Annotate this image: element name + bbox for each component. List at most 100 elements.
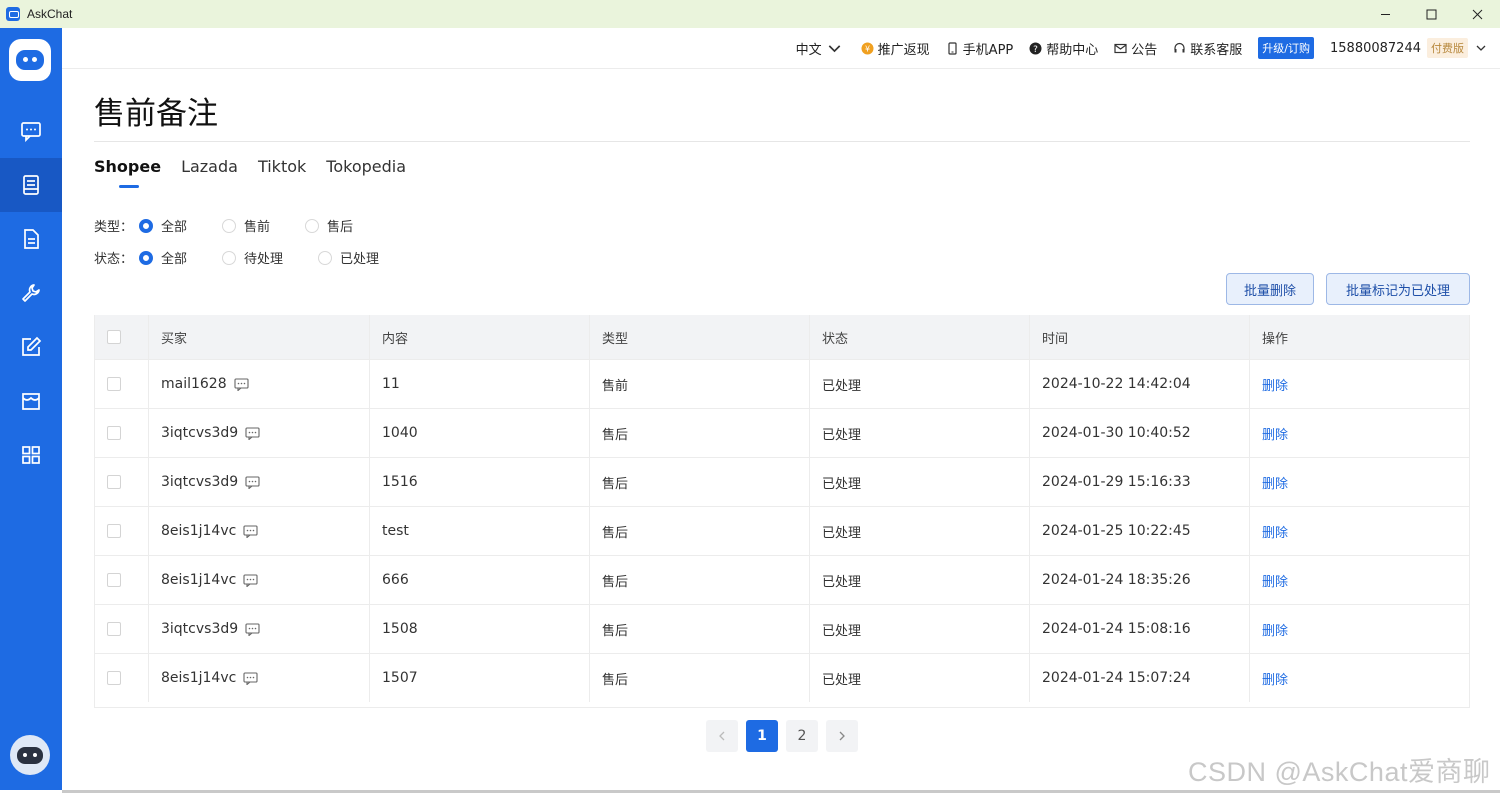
chat-icon[interactable] xyxy=(245,426,260,440)
batch-delete-button[interactable]: 批量删除 xyxy=(1226,273,1314,305)
table-row: 8eis1j14vc 1507 售后 已处理 2024-01-24 15:07:24 删除 xyxy=(95,653,1469,702)
chat-icon[interactable] xyxy=(243,671,258,685)
notes-table: 买家 内容 类型 状态 时间 操作 mail1628 11 售前 已处理 2024-10… xyxy=(94,315,1470,708)
support-link[interactable]: 联系客服 xyxy=(1173,39,1242,58)
type-radio-presale[interactable]: 售前 xyxy=(222,216,270,235)
upgrade-button[interactable]: 升级/订购 xyxy=(1258,37,1315,59)
type-cell: 售后 xyxy=(590,654,810,702)
buyer-name: 3iqtcvs3d9 xyxy=(161,474,239,490)
chat-icon[interactable] xyxy=(234,377,249,391)
status-radio-pending-label: 待处理 xyxy=(244,252,284,267)
note-type: 售后 xyxy=(602,525,629,541)
minimize-icon xyxy=(1380,13,1390,15)
row-checkbox[interactable] xyxy=(107,377,121,391)
row-checkbox[interactable] xyxy=(107,426,121,440)
row-select-cell xyxy=(95,409,149,457)
svg-text:?: ? xyxy=(1033,45,1038,55)
buyer-cell: 3iqtcvs3d9 xyxy=(149,458,370,506)
tab-tiktok[interactable]: Tiktok xyxy=(258,157,306,188)
sidebar-item-tools[interactable] xyxy=(0,266,62,320)
type-filter: 类型： 全部 售前 售后 xyxy=(94,216,388,235)
content-cell: 666 xyxy=(370,556,590,604)
header-buyer: 买家 xyxy=(149,315,370,359)
delete-link[interactable]: 删除 xyxy=(1262,424,1288,443)
note-type: 售前 xyxy=(602,378,629,394)
tab-shopee[interactable]: Shopee xyxy=(94,157,161,188)
sidebar-item-chat[interactable] xyxy=(0,104,62,158)
chat-bubble-icon xyxy=(21,122,41,142)
chat-icon[interactable] xyxy=(243,524,258,538)
delete-link[interactable]: 删除 xyxy=(1262,522,1288,541)
row-checkbox[interactable] xyxy=(107,671,121,685)
sidebar-item-edit[interactable] xyxy=(0,320,62,374)
status-radio-all[interactable]: 全部 xyxy=(139,248,187,267)
header-type: 类型 xyxy=(590,315,810,359)
close-button[interactable] xyxy=(1454,0,1500,28)
sidebar-item-store[interactable] xyxy=(0,374,62,428)
minimize-button[interactable] xyxy=(1362,0,1408,28)
select-all-cell xyxy=(95,315,149,359)
note-content: 666 xyxy=(382,572,409,588)
sidebar-item-notes[interactable] xyxy=(0,158,62,212)
phone-icon xyxy=(948,41,957,55)
header-action: 操作 xyxy=(1262,331,1289,347)
delete-link[interactable]: 删除 xyxy=(1262,375,1288,394)
page-1-button[interactable]: 1 xyxy=(746,720,778,752)
header-time: 时间 xyxy=(1030,315,1250,359)
help-center-link[interactable]: ? 帮助中心 xyxy=(1029,39,1098,58)
status-radio-done[interactable]: 已处理 xyxy=(318,248,379,267)
window-title: AskChat xyxy=(27,7,73,21)
buyer-name: 3iqtcvs3d9 xyxy=(161,621,239,637)
coin-icon: ¥ xyxy=(861,42,874,54)
next-page-button[interactable] xyxy=(826,720,858,752)
delete-link[interactable]: 删除 xyxy=(1262,669,1288,688)
page-2-button[interactable]: 2 xyxy=(786,720,818,752)
status-filter-label: 状态： xyxy=(94,252,134,267)
row-checkbox[interactable] xyxy=(107,475,121,489)
type-radio-aftersale[interactable]: 售后 xyxy=(305,216,353,235)
sidebar-item-apps[interactable] xyxy=(0,428,62,482)
note-time: 2024-01-24 15:08:16 xyxy=(1042,621,1191,637)
headset-icon xyxy=(1174,42,1185,52)
status-filter: 状态： 全部 待处理 已处理 xyxy=(94,248,414,267)
language-selector[interactable]: 中文 xyxy=(796,39,845,58)
status-radio-pending[interactable]: 待处理 xyxy=(222,248,283,267)
buyer-cell: 8eis1j14vc xyxy=(149,507,370,555)
notice-link[interactable]: 公告 xyxy=(1114,39,1157,58)
note-time: 2024-01-25 10:22:45 xyxy=(1042,523,1191,539)
note-status: 已处理 xyxy=(822,672,862,688)
note-type: 售后 xyxy=(602,574,629,590)
account-chevron-down-icon[interactable] xyxy=(1476,43,1486,53)
chat-icon[interactable] xyxy=(245,475,260,489)
type-cell: 售后 xyxy=(590,507,810,555)
status-cell: 已处理 xyxy=(810,654,1030,702)
avatar[interactable] xyxy=(10,735,50,775)
batch-mark-processed-button[interactable]: 批量标记为已处理 xyxy=(1326,273,1470,305)
row-checkbox[interactable] xyxy=(107,524,121,538)
action-cell: 删除 xyxy=(1250,507,1469,555)
delete-link[interactable]: 删除 xyxy=(1262,571,1288,590)
chat-icon[interactable] xyxy=(245,622,260,636)
prev-page-button[interactable] xyxy=(706,720,738,752)
tab-lazada[interactable]: Lazada xyxy=(181,157,238,188)
maximize-icon xyxy=(1426,9,1436,19)
account-phone[interactable]: 15880087244 xyxy=(1330,41,1421,56)
buyer-cell: 3iqtcvs3d9 xyxy=(149,605,370,653)
sidebar-item-documents[interactable] xyxy=(0,212,62,266)
row-checkbox[interactable] xyxy=(107,573,121,587)
tab-tokopedia[interactable]: Tokopedia xyxy=(326,157,406,188)
select-all-checkbox[interactable] xyxy=(107,330,121,344)
brand-logo-icon[interactable] xyxy=(9,39,51,81)
content-cell: 1508 xyxy=(370,605,590,653)
table-row: 8eis1j14vc test 售后 已处理 2024-01-25 10:22:45 删除 xyxy=(95,506,1469,555)
delete-link[interactable]: 删除 xyxy=(1262,620,1288,639)
type-radio-all[interactable]: 全部 xyxy=(139,216,187,235)
promo-link[interactable]: ¥ 推广返现 xyxy=(861,39,930,58)
wrench-icon xyxy=(22,284,40,302)
chat-icon[interactable] xyxy=(243,573,258,587)
mobile-app-link[interactable]: 手机APP xyxy=(946,39,1013,58)
row-checkbox[interactable] xyxy=(107,622,121,636)
maximize-button[interactable] xyxy=(1408,0,1454,28)
note-content: 1507 xyxy=(382,670,418,686)
delete-link[interactable]: 删除 xyxy=(1262,473,1288,492)
